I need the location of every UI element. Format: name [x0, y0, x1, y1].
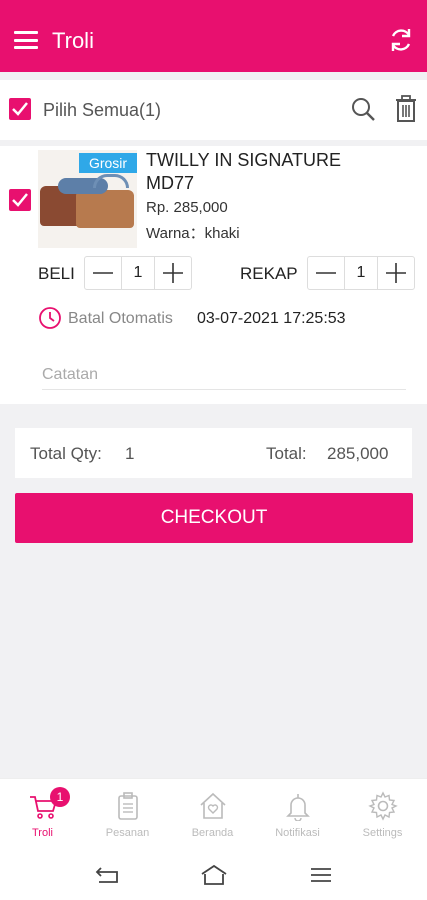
- search-icon[interactable]: [350, 96, 376, 122]
- app-header: Troli: [0, 0, 427, 72]
- nav-label-notifikasi: Notifikasi: [275, 827, 320, 839]
- system-navigation-bar: [0, 850, 427, 900]
- home-heart-icon: [200, 792, 226, 819]
- bottom-navigation: 1 Troli Pesanan Beranda Notifikasi Setti…: [0, 778, 427, 850]
- product-color: Warna：khaki: [146, 225, 240, 242]
- recent-apps-icon[interactable]: [307, 862, 335, 888]
- cart-count-badge: 1: [50, 787, 70, 807]
- rekap-stepper: 1: [307, 256, 415, 290]
- nav-item-pesanan[interactable]: Pesanan: [85, 779, 170, 851]
- trash-icon[interactable]: [394, 95, 418, 123]
- clock-icon: [39, 307, 61, 329]
- nav-label-beranda: Beranda: [191, 827, 234, 839]
- select-all-checkbox[interactable]: [9, 98, 31, 120]
- totals-bar: Total Qty: 1 Total: 285,000: [15, 428, 412, 478]
- nav-item-settings[interactable]: Settings: [340, 779, 425, 851]
- back-icon[interactable]: [93, 862, 121, 888]
- gear-icon: [368, 791, 398, 821]
- notes-input[interactable]: [42, 360, 406, 390]
- home-icon[interactable]: [200, 862, 228, 888]
- product-price: Rp. 285,000: [146, 199, 228, 216]
- beli-stepper: 1: [84, 256, 192, 290]
- product-name: TWILLY IN SIGNATURE MD77: [146, 150, 342, 193]
- select-all-label: Pilih Semua(1): [43, 100, 162, 120]
- rekap-quantity[interactable]: 1: [344, 257, 378, 289]
- refresh-icon[interactable]: [387, 26, 415, 54]
- beli-quantity[interactable]: 1: [121, 257, 155, 289]
- beli-decrement-button[interactable]: [85, 257, 121, 289]
- total-value: 285,000: [327, 444, 389, 463]
- rekap-increment-button[interactable]: [378, 257, 414, 289]
- total-qty-value: 1: [125, 444, 135, 463]
- grosir-badge: Grosir: [79, 153, 137, 173]
- checkout-button[interactable]: CHECKOUT: [15, 493, 413, 543]
- rekap-decrement-button[interactable]: [308, 257, 344, 289]
- total-qty-label: Total Qty:: [30, 444, 102, 463]
- auto-cancel-time: 03-07-2021 17:25:53: [197, 310, 346, 327]
- nav-label-settings: Settings: [362, 827, 403, 839]
- hamburger-menu-icon[interactable]: [14, 31, 38, 49]
- clipboard-icon: [118, 792, 138, 820]
- nav-label-troli: Troli: [32, 827, 53, 839]
- total-label: Total:: [266, 444, 307, 463]
- nav-label-pesanan: Pesanan: [105, 827, 150, 839]
- item-checkbox[interactable]: [9, 189, 31, 211]
- bell-icon: [286, 794, 310, 821]
- auto-cancel-label: Batal Otomatis: [68, 310, 173, 327]
- rekap-label: REKAP: [240, 264, 298, 283]
- nav-item-beranda[interactable]: Beranda: [170, 779, 255, 851]
- page-title: Troli: [52, 28, 94, 53]
- nav-item-notifikasi[interactable]: Notifikasi: [255, 779, 340, 851]
- beli-increment-button[interactable]: [155, 257, 191, 289]
- nav-item-troli[interactable]: 1 Troli: [0, 779, 85, 851]
- beli-label: BELI: [38, 264, 75, 283]
